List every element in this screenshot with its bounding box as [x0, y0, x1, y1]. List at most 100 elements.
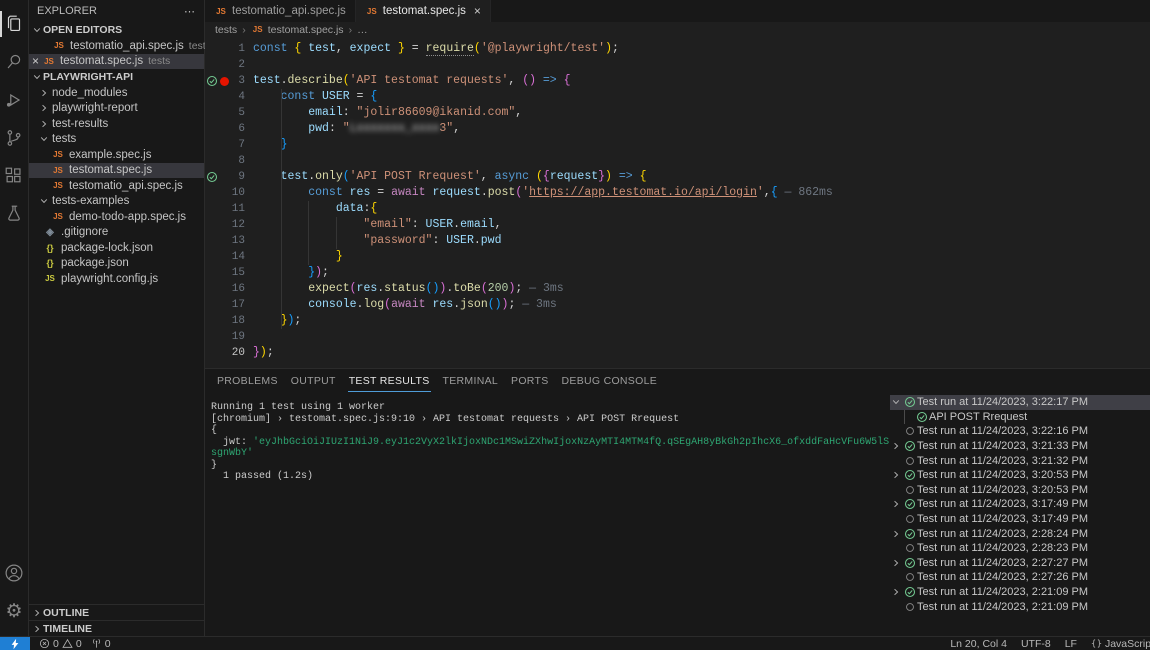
code-line[interactable]: 11 data:{ [205, 201, 1150, 217]
code-line[interactable]: 2 [205, 57, 1150, 73]
file-item[interactable]: {}package.json [29, 256, 204, 272]
code-line[interactable]: 20}); [205, 345, 1150, 361]
timeline-section[interactable]: TIMELINE [29, 620, 204, 636]
file-item[interactable]: JSexample.spec.js [29, 147, 204, 163]
item-name: example.spec.js [69, 149, 151, 161]
warnings-icon [62, 638, 73, 649]
test-run-item[interactable]: Test run at 11/24/2023, 3:22:16 PM [890, 424, 1150, 439]
breadcrumb-file[interactable]: testomat.spec.js [268, 24, 344, 36]
code-line[interactable]: 14 } [205, 249, 1150, 265]
panel-tab-ports[interactable]: PORTS [510, 371, 549, 391]
editor-tab[interactable]: JS testomatio_api.spec.js [205, 0, 356, 22]
output-line: { [211, 425, 890, 437]
test-run-item[interactable]: Test run at 11/24/2023, 3:17:49 PM [890, 512, 1150, 527]
cursor-position[interactable]: Ln 20, Col 4 [950, 638, 1007, 650]
test-run-item[interactable]: Test run at 11/24/2023, 2:28:23 PM [890, 541, 1150, 556]
ports-status[interactable]: 0 [91, 638, 111, 650]
code-line[interactable]: 13 "password": USER.pwd [205, 233, 1150, 249]
code-line[interactable]: 12 "email": USER.email, [205, 217, 1150, 233]
code-line[interactable]: 3test.describe('API testomat requests', … [205, 73, 1150, 89]
folder-item[interactable]: tests [29, 132, 204, 148]
breadcrumb-folder[interactable]: tests [215, 24, 237, 36]
file-item[interactable]: JStestomat.spec.js [29, 163, 204, 179]
file-item[interactable]: JSdemo-todo-app.spec.js [29, 209, 204, 225]
code-line[interactable]: 8 [205, 153, 1150, 169]
js-file-icon: JS [214, 7, 228, 16]
code-line[interactable]: 17 console.log(await res.json()); — 3ms [205, 297, 1150, 313]
activitybar-explorer[interactable] [0, 5, 28, 43]
test-run-item[interactable]: Test run at 11/24/2023, 3:22:17 PM [890, 395, 1150, 410]
code-line[interactable]: 15 }); [205, 265, 1150, 281]
folder-item[interactable]: node_modules [29, 85, 204, 101]
test-passed-icon [904, 469, 916, 481]
code-line[interactable]: 1const { test, expect } = require('@play… [205, 41, 1150, 57]
language-mode[interactable]: JavaScript [1091, 638, 1150, 650]
test-case-item[interactable]: API POST Rrequest [890, 410, 1150, 425]
file-item[interactable]: JSplaywright.config.js [29, 271, 204, 287]
test-results-output[interactable]: Running 1 test using 1 worker[chromium] … [205, 393, 890, 636]
code-editor[interactable]: 1const { test, expect } = require('@play… [205, 37, 1150, 368]
chevron-right-icon [891, 558, 901, 568]
tab-label: testomatio_api.spec.js [232, 5, 346, 17]
code-line[interactable]: 18 }); [205, 313, 1150, 329]
code-line[interactable]: 16 expect(res.status()).toBe(200); — 3ms [205, 281, 1150, 297]
problems-status[interactable]: 0 0 [39, 638, 82, 650]
panel-tab-debug-console[interactable]: DEBUG CONSOLE [561, 371, 659, 391]
outline-section[interactable]: OUTLINE [29, 604, 204, 620]
panel-tab-problems[interactable]: PROBLEMS [216, 371, 279, 391]
encoding[interactable]: UTF-8 [1021, 638, 1051, 650]
panel-tab-test-results[interactable]: TEST RESULTS [348, 371, 431, 392]
code-line[interactable]: 19 [205, 329, 1150, 345]
editor-tab[interactable]: JStestomat.spec.js× [356, 0, 491, 22]
project-header[interactable]: PLAYWRIGHT-API [29, 69, 204, 85]
folder-item[interactable]: test-results [29, 116, 204, 132]
code-line[interactable]: 4 const USER = { [205, 89, 1150, 105]
activitybar-search[interactable] [0, 43, 28, 81]
chevron-right-icon [31, 608, 43, 618]
open-editor-item[interactable]: JStestomatio_api.spec.jstests [29, 38, 204, 54]
panel-tab-terminal[interactable]: TERMINAL [442, 371, 500, 391]
test-run-item[interactable]: Test run at 11/24/2023, 3:20:53 PM [890, 468, 1150, 483]
sidebar-more-actions[interactable]: ⋯ [184, 5, 196, 18]
close-icon[interactable]: × [29, 54, 42, 68]
test-run-label: API POST Rrequest [929, 411, 1027, 423]
line-number: 5 [205, 105, 245, 121]
test-run-item[interactable]: Test run at 11/24/2023, 3:21:33 PM [890, 439, 1150, 454]
test-run-item[interactable]: Test run at 11/24/2023, 2:21:09 PM [890, 599, 1150, 614]
code-line[interactable]: 6 pwd: "Lxxxxxxx_xxxx3", [205, 121, 1150, 137]
test-run-item[interactable]: Test run at 11/24/2023, 3:21:32 PM [890, 453, 1150, 468]
test-run-item[interactable]: Test run at 11/24/2023, 3:17:49 PM [890, 497, 1150, 512]
chevron-down-icon [32, 72, 42, 82]
remote-lightning-icon [9, 638, 21, 650]
activitybar-settings[interactable]: ⚙ [0, 592, 28, 630]
code-line[interactable]: 9 test.only('API POST Rrequest', async (… [205, 169, 1150, 185]
close-icon[interactable]: × [474, 4, 481, 18]
test-run-item[interactable]: Test run at 11/24/2023, 2:28:24 PM [890, 526, 1150, 541]
activitybar-extensions[interactable] [0, 157, 28, 195]
line-number: 19 [205, 329, 245, 345]
file-item[interactable]: JStestomatio_api.spec.js [29, 178, 204, 194]
activitybar-source-control[interactable] [0, 119, 28, 157]
breakpoint-icon[interactable] [220, 75, 229, 86]
open-editor-item[interactable]: ×JStestomat.spec.jstests [29, 54, 204, 70]
activitybar-run-debug[interactable] [0, 81, 28, 119]
file-item[interactable]: {}package-lock.json [29, 240, 204, 256]
code-line[interactable]: 7 } [205, 137, 1150, 153]
remote-indicator[interactable] [0, 637, 30, 650]
activitybar-testing[interactable] [0, 195, 28, 233]
breadcrumb[interactable]: tests › JS testomat.spec.js › … [205, 22, 1150, 37]
test-run-item[interactable]: Test run at 11/24/2023, 2:27:27 PM [890, 556, 1150, 571]
folder-item[interactable]: playwright-report [29, 101, 204, 117]
code-line[interactable]: 5 email: "jolir86609@ikanid.com", [205, 105, 1150, 121]
breadcrumb-symbol[interactable]: … [357, 24, 368, 36]
folder-item[interactable]: tests-examples [29, 194, 204, 210]
file-item[interactable]: ◈.gitignore [29, 225, 204, 241]
test-run-item[interactable]: Test run at 11/24/2023, 2:21:09 PM [890, 585, 1150, 600]
open-editors-header[interactable]: OPEN EDITORS [29, 22, 204, 38]
test-run-item[interactable]: Test run at 11/24/2023, 2:27:26 PM [890, 570, 1150, 585]
eol-indicator[interactable]: LF [1065, 638, 1077, 650]
code-line[interactable]: 10 const res = await request.post('https… [205, 185, 1150, 201]
activitybar-account[interactable] [0, 554, 28, 592]
test-run-item[interactable]: Test run at 11/24/2023, 3:20:53 PM [890, 483, 1150, 498]
panel-tab-output[interactable]: OUTPUT [290, 371, 337, 391]
